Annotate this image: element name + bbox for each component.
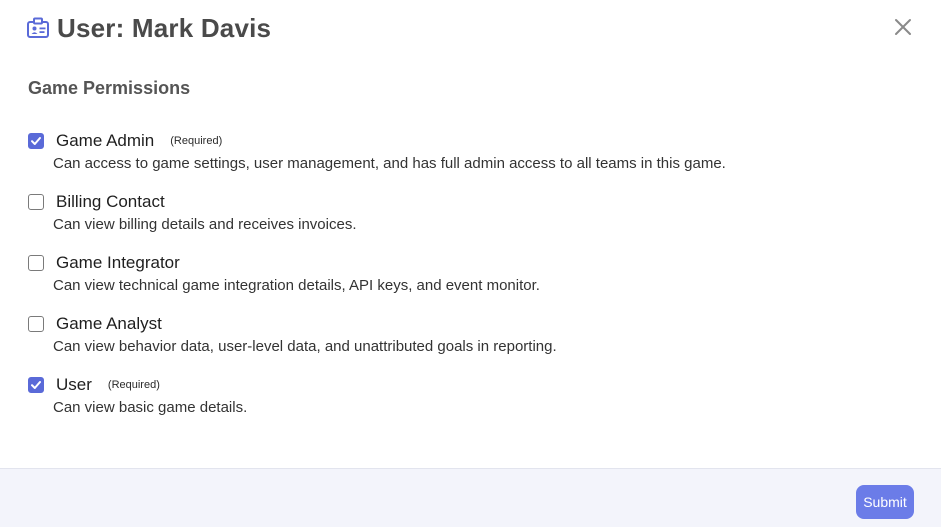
game-integrator-checkbox[interactable] xyxy=(28,255,44,271)
permission-label: Game Admin xyxy=(56,131,155,150)
required-badge: (Required) xyxy=(107,379,160,391)
billing-contact-checkbox[interactable] xyxy=(28,194,44,210)
close-icon[interactable] xyxy=(893,17,913,37)
page-title: User: Mark Davis xyxy=(57,12,272,43)
game-admin-checkbox[interactable] xyxy=(28,133,44,149)
permission-billing-contact: Billing Contact Can view billing details… xyxy=(28,191,357,233)
user-permissions-modal: User: Mark Davis Game Permissions Game A… xyxy=(0,0,941,527)
permission-description: Can access to game settings, user manage… xyxy=(53,155,726,172)
checkmark-icon xyxy=(31,381,41,389)
permission-game-admin: Game Admin (Required) Can access to game… xyxy=(28,130,726,172)
id-card-icon xyxy=(27,17,49,38)
required-badge: (Required) xyxy=(170,135,223,147)
permission-game-integrator: Game Integrator Can view technical game … xyxy=(28,252,540,294)
user-checkbox[interactable] xyxy=(28,377,44,393)
permission-description: Can view billing details and receives in… xyxy=(53,216,357,233)
permission-description: Can view technical game integration deta… xyxy=(53,277,540,294)
permission-label: Game Analyst xyxy=(56,314,162,333)
permission-label: Game Integrator xyxy=(56,253,180,272)
permission-label: Billing Contact xyxy=(56,192,165,211)
section-title: Game Permissions xyxy=(28,78,191,98)
checkmark-icon xyxy=(31,137,41,145)
permission-game-analyst: Game Analyst Can view behavior data, use… xyxy=(28,313,557,355)
modal-footer: Submit xyxy=(0,468,941,527)
permission-description: Can view behavior data, user-level data,… xyxy=(53,338,557,355)
permission-description: Can view basic game details. xyxy=(53,399,248,416)
game-analyst-checkbox[interactable] xyxy=(28,316,44,332)
permission-user: User (Required) Can view basic game deta… xyxy=(28,374,247,416)
submit-button[interactable]: Submit xyxy=(856,485,914,519)
modal-header: User: Mark Davis xyxy=(27,10,271,46)
permission-label: User xyxy=(56,375,92,394)
